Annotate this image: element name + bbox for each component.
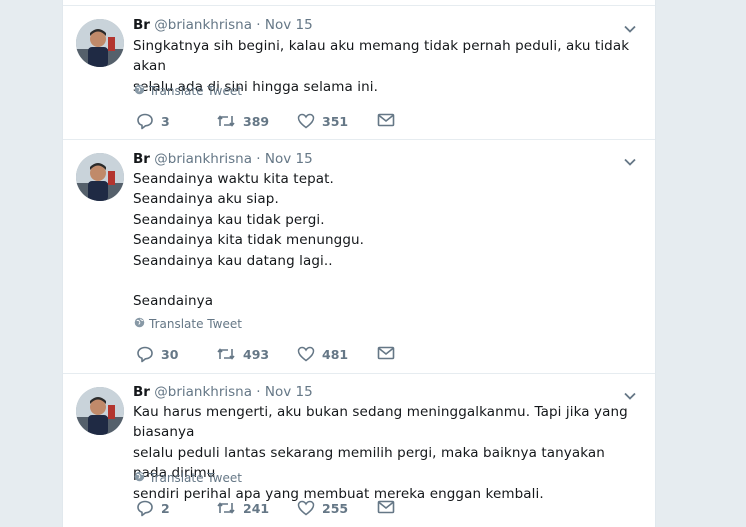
chevron-down-icon[interactable]	[623, 388, 637, 402]
translate-tweet-link[interactable]: Translate Tweet	[134, 84, 242, 98]
tweet-actions: 2 241 255	[136, 499, 436, 519]
globe-icon	[134, 84, 145, 98]
heart-icon	[297, 499, 315, 517]
heart-icon	[297, 345, 315, 363]
tweet-actions: 30 493 481	[136, 345, 436, 365]
reply-count: 30	[161, 346, 179, 362]
translate-label: Translate Tweet	[149, 317, 242, 331]
retweet-icon	[216, 345, 236, 363]
header-separator: ·	[256, 17, 261, 33]
like-button[interactable]: 351	[297, 112, 348, 130]
author-name[interactable]: Br	[133, 384, 150, 400]
retweet-button[interactable]: 241	[216, 499, 269, 517]
translate-label: Translate Tweet	[149, 471, 242, 485]
tweet-date[interactable]: Nov 15	[265, 384, 313, 400]
tweet-2[interactable]: Br @briankhrisna · Nov 15 Seandainya wak…	[63, 140, 655, 374]
retweet-count: 389	[243, 113, 270, 129]
direct-message-button[interactable]	[377, 345, 395, 361]
like-count: 351	[322, 113, 349, 129]
reply-icon	[136, 345, 154, 363]
tweet-3[interactable]: Br @briankhrisna · Nov 15 Kau harus meng…	[63, 374, 655, 527]
avatar[interactable]	[76, 153, 124, 201]
reply-button[interactable]: 30	[136, 345, 178, 363]
tweet-text-line: Seandainya aku siap.	[133, 191, 279, 208]
translate-tweet-link[interactable]: Translate Tweet	[134, 471, 242, 485]
heart-icon	[297, 112, 315, 130]
chevron-down-icon[interactable]	[623, 21, 637, 35]
direct-message-button[interactable]	[377, 499, 395, 515]
reply-count: 2	[161, 500, 170, 516]
tweet-text-line: Kau harus mengerti, aku bukan sedang men…	[133, 404, 628, 441]
retweet-count: 241	[243, 500, 270, 516]
envelope-icon	[377, 112, 395, 128]
retweet-button[interactable]: 493	[216, 345, 269, 363]
tweet-text-line: Seandainya	[133, 293, 214, 310]
like-count: 255	[322, 500, 349, 516]
reply-button[interactable]: 2	[136, 499, 170, 517]
globe-icon	[134, 317, 145, 331]
avatar[interactable]	[76, 387, 124, 435]
envelope-icon	[377, 499, 395, 515]
tweet-header: Br @briankhrisna · Nov 15	[133, 150, 313, 168]
tweet-text-line: Seandainya kau tidak pergi.	[133, 211, 325, 228]
reply-icon	[136, 112, 154, 130]
reply-button[interactable]: 3	[136, 112, 170, 130]
timeline: Br @briankhrisna · Nov 15 Singkatnya sih…	[62, 0, 656, 527]
direct-message-button[interactable]	[377, 112, 395, 128]
author-name[interactable]: Br	[133, 151, 150, 167]
reply-count: 3	[161, 113, 170, 129]
reply-icon	[136, 499, 154, 517]
author-handle[interactable]: @briankhrisna	[154, 384, 252, 400]
retweet-icon	[216, 112, 236, 130]
header-separator: ·	[256, 151, 261, 167]
header-separator: ·	[256, 384, 261, 400]
tweet-header: Br @briankhrisna · Nov 15	[133, 16, 313, 34]
tweet-actions: 3 389 351	[136, 112, 436, 132]
tweet-text-line	[133, 271, 633, 291]
tweet-text: Seandainya waktu kita tepat. Seandainya …	[133, 169, 633, 312]
chevron-down-icon[interactable]	[623, 154, 637, 168]
retweet-icon	[216, 499, 236, 517]
like-count: 481	[322, 346, 349, 362]
translate-label: Translate Tweet	[149, 84, 242, 98]
like-button[interactable]: 481	[297, 345, 348, 363]
avatar[interactable]	[76, 19, 124, 67]
author-name[interactable]: Br	[133, 17, 150, 33]
tweet-text: Kau harus mengerti, aku bukan sedang men…	[133, 402, 633, 504]
author-handle[interactable]: @briankhrisna	[154, 17, 252, 33]
globe-icon	[134, 471, 145, 485]
translate-tweet-link[interactable]: Translate Tweet	[134, 317, 242, 331]
like-button[interactable]: 255	[297, 499, 348, 517]
tweet-date[interactable]: Nov 15	[265, 17, 313, 33]
tweet-header: Br @briankhrisna · Nov 15	[133, 383, 313, 401]
tweet-text-line: Seandainya waktu kita tepat.	[133, 171, 334, 187]
tweet-text-line: Seandainya kita tidak menunggu.	[133, 232, 365, 249]
tweet-1[interactable]: Br @briankhrisna · Nov 15 Singkatnya sih…	[63, 6, 655, 140]
tweet-text-line: Singkatnya sih begini, kalau aku memang …	[133, 38, 630, 75]
tweet-date[interactable]: Nov 15	[265, 151, 313, 167]
retweet-count: 493	[243, 346, 270, 362]
tweet-text-line: Seandainya kau datang lagi..	[133, 252, 333, 269]
envelope-icon	[377, 345, 395, 361]
author-handle[interactable]: @briankhrisna	[154, 151, 252, 167]
retweet-button[interactable]: 389	[216, 112, 269, 130]
